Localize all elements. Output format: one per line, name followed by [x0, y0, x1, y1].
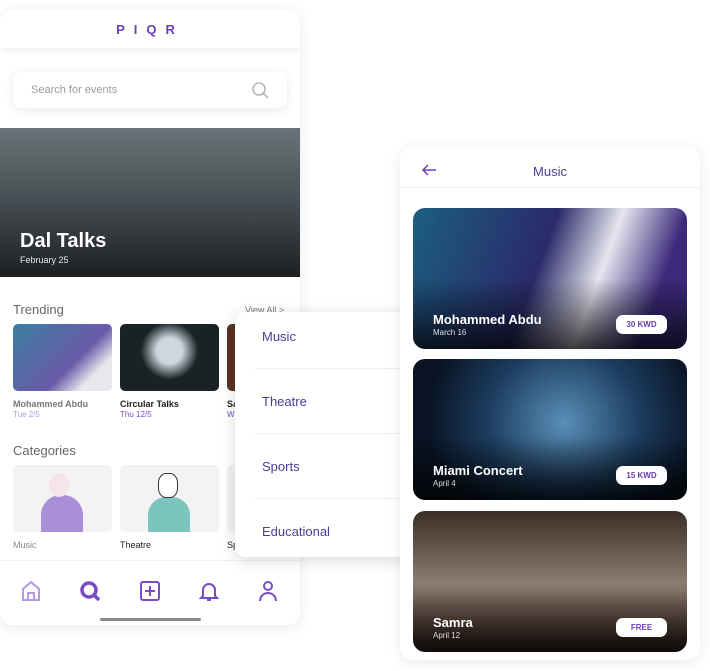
music-screen: Music Mohammed Abdu March 16 30 KWD Miam…: [400, 147, 700, 660]
trending-card-image[interactable]: [120, 324, 219, 391]
home-indicator: [100, 618, 201, 621]
category-label: Music: [13, 540, 37, 550]
category-label: Theatre: [120, 540, 152, 550]
trending-card-image[interactable]: [13, 324, 112, 391]
event-card[interactable]: Miami Concert April 4 15 KWD: [413, 359, 687, 500]
trending-date: Thu 12/5: [120, 410, 152, 419]
add-icon[interactable]: [138, 579, 162, 603]
mask-icon: [158, 473, 178, 498]
dropdown-item-educational[interactable]: Educational: [262, 524, 330, 539]
hero-title: Dal Talks: [20, 230, 107, 252]
trending-name: Circular Talks: [120, 399, 179, 409]
trending-title: Trending: [13, 302, 64, 317]
event-date: March 16: [433, 328, 467, 337]
category-card-theatre[interactable]: [120, 465, 219, 532]
trending-date: Tue 2/5: [13, 410, 40, 419]
category-dropdown: Music Theatre Sports Educational: [235, 312, 427, 557]
event-title: Miami Concert: [433, 463, 523, 478]
category-card-music[interactable]: [13, 465, 112, 532]
event-date: April 4: [433, 479, 456, 488]
user-icon[interactable]: [256, 579, 280, 603]
event-card[interactable]: Mohammed Abdu March 16 30 KWD: [413, 208, 687, 349]
event-title: Mohammed Abdu: [433, 312, 542, 327]
hero-date: February 25: [20, 255, 69, 265]
trending-date: W: [227, 410, 235, 419]
categories-title: Categories: [13, 443, 76, 458]
actor-illustration: [148, 497, 190, 532]
page-title: Music: [533, 164, 567, 179]
search-icon[interactable]: [78, 579, 102, 603]
price-badge[interactable]: 30 KWD: [616, 315, 667, 334]
search-placeholder: Search for events: [31, 84, 118, 96]
event-card[interactable]: Samra April 12 FREE: [413, 511, 687, 652]
singer-head: [49, 473, 69, 497]
singer-illustration: [41, 495, 83, 532]
header: Music: [400, 147, 700, 188]
home-icon[interactable]: [19, 579, 43, 603]
price-badge[interactable]: FREE: [616, 618, 667, 637]
search-icon[interactable]: [252, 82, 269, 99]
bell-icon[interactable]: [197, 579, 221, 603]
search-input[interactable]: Search for events: [13, 72, 287, 108]
tab-bar: [0, 560, 300, 625]
dropdown-item-sports[interactable]: Sports: [262, 459, 300, 474]
event-date: April 12: [433, 631, 461, 640]
hero-banner[interactable]: Dal Talks February 25: [0, 128, 300, 277]
logo: PIQR: [116, 22, 184, 37]
event-title: Samra: [433, 615, 473, 630]
dropdown-item-theatre[interactable]: Theatre: [262, 394, 307, 409]
price-badge[interactable]: 15 KWD: [616, 466, 667, 485]
dropdown-item-music[interactable]: Music: [262, 329, 296, 344]
trending-name: Mohammed Abdu: [13, 399, 89, 409]
